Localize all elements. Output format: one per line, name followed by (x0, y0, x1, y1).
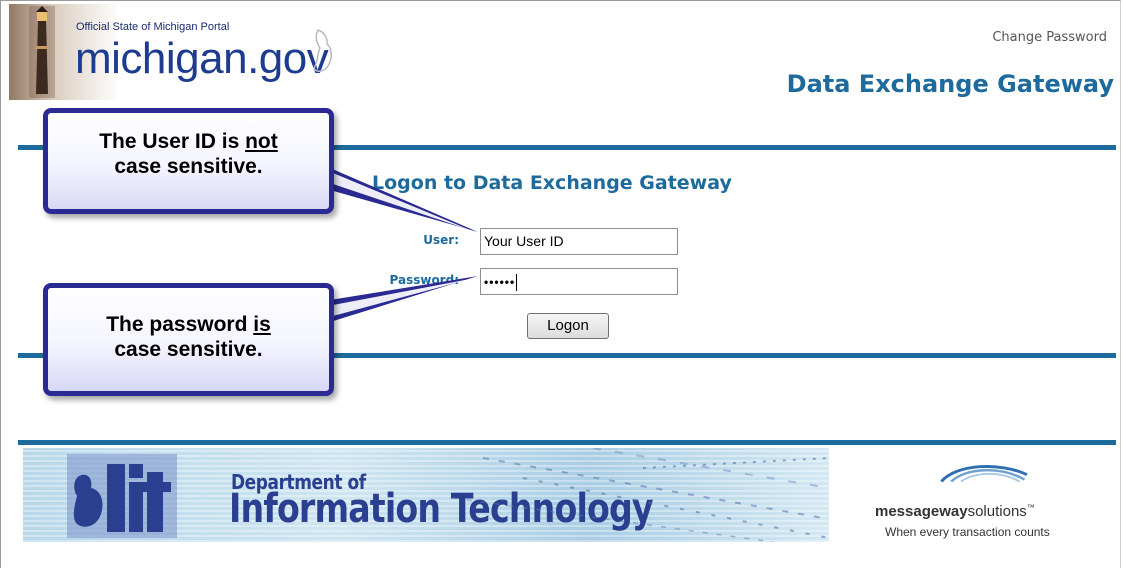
messageway-arc-icon (940, 465, 1028, 483)
user-id-callout-line2: case sensitive. (114, 155, 263, 178)
dit-banner[interactable]: Department of Information Technology (23, 448, 829, 542)
user-id-callout: The User ID is not case sensitive. (43, 108, 334, 214)
data-streaks-graphic (452, 448, 829, 542)
messageway-tagline: When every transaction counts (885, 525, 1050, 539)
dit-logo-icon (67, 454, 177, 538)
messageway-wordmark[interactable]: messagewaysolutions™ (875, 503, 1035, 520)
password-callout-line2: case sensitive. (114, 338, 263, 361)
password-callout-line1: The password is (106, 313, 271, 336)
password-callout: The password is case sensitive. (43, 283, 334, 396)
user-id-callout-line1: The User ID is not (99, 130, 278, 153)
